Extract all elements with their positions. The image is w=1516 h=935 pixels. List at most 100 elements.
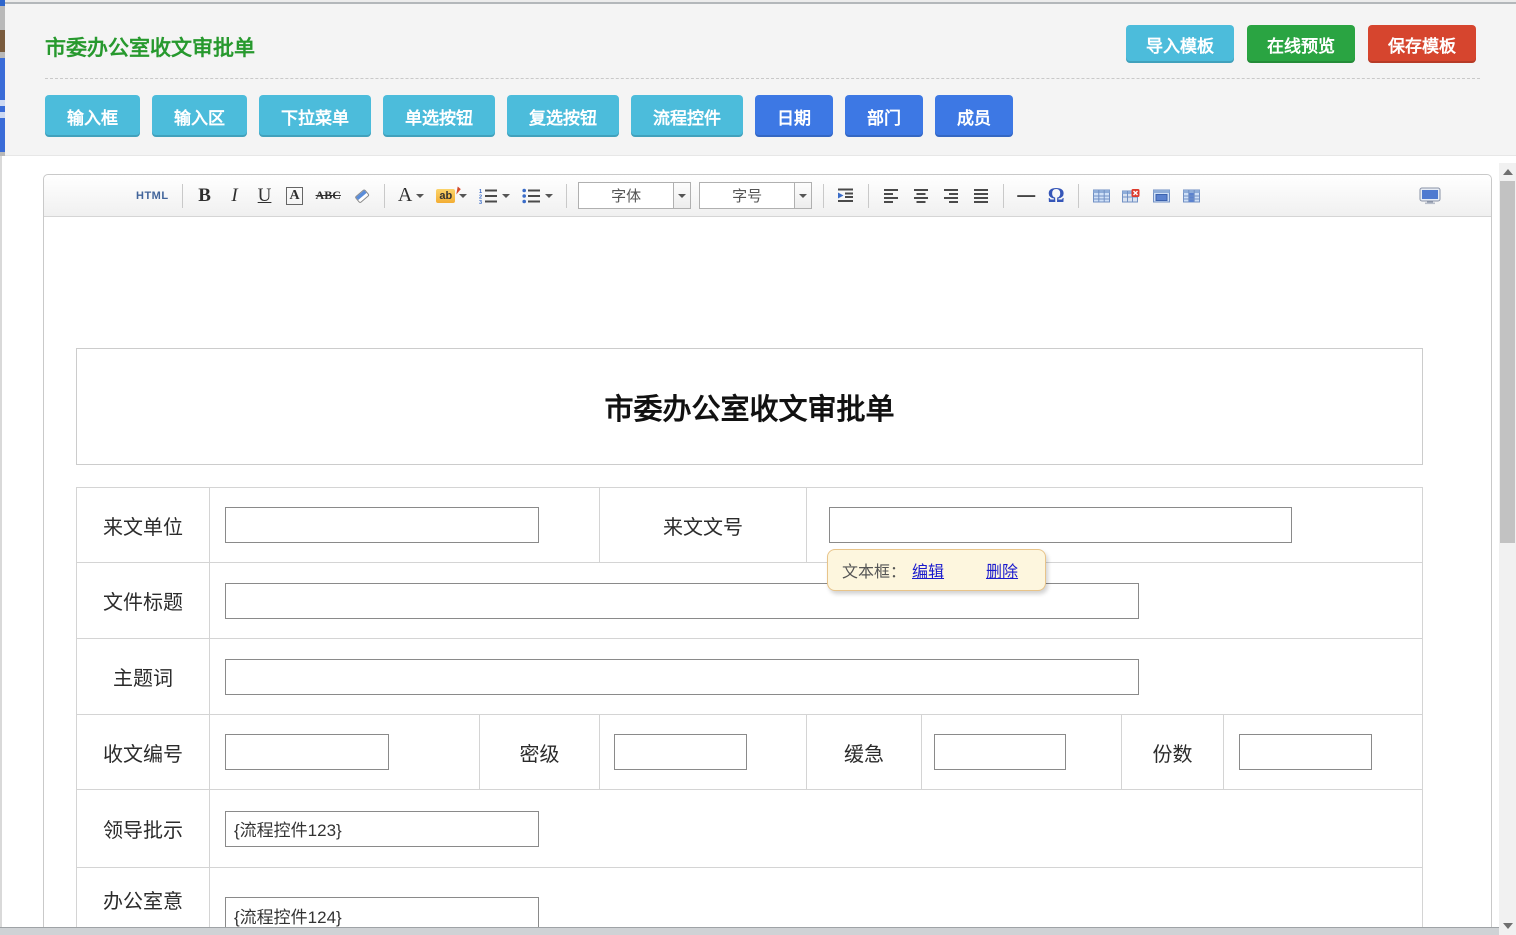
toolbar-separator: [182, 184, 183, 208]
source-code-button[interactable]: HTML: [134, 182, 171, 210]
online-preview-button[interactable]: 在线预览: [1247, 25, 1355, 63]
chevron-down-icon: [459, 194, 467, 198]
label-office-opinion: 办公室意: [77, 868, 210, 935]
scroll-down-button[interactable]: [1499, 918, 1516, 933]
widget-date-button[interactable]: 日期: [755, 95, 833, 137]
cell-office-opinion: [210, 868, 1422, 935]
chevron-down-icon: [416, 194, 424, 198]
font-color-button[interactable]: A: [396, 182, 426, 210]
select-arrow-button[interactable]: [673, 183, 690, 208]
delete-link[interactable]: 删除: [986, 558, 1018, 582]
page-title: 市委办公室收文审批单: [45, 32, 255, 62]
cell-properties-icon: [1183, 189, 1200, 203]
horizontal-rule-button[interactable]: —: [1015, 182, 1037, 210]
indent-button[interactable]: [835, 182, 857, 210]
toolbar-separator: [868, 184, 869, 208]
widget-dropdown-button[interactable]: 下拉菜单: [259, 95, 371, 137]
widget-input-box-button[interactable]: 输入框: [45, 95, 140, 137]
widget-checkbox-button[interactable]: 复选按钮: [507, 95, 619, 137]
cell-subject: [210, 639, 1422, 714]
label-doc-no: 来文文号: [600, 488, 807, 562]
table-row: 文件标题: [77, 563, 1422, 639]
toolbar-separator: [384, 184, 385, 208]
align-center-icon: [913, 188, 929, 203]
highlight-color-button[interactable]: ab: [434, 182, 469, 210]
character-border-icon[interactable]: A: [286, 187, 302, 205]
header: 市委办公室收文审批单 导入模板 在线预览 保存模板 输入框 输入区 下拉菜单 单…: [5, 8, 1516, 156]
delete-table-button[interactable]: [1120, 182, 1142, 210]
special-character-button[interactable]: Ω: [1045, 182, 1067, 210]
chevron-down-icon: [502, 194, 510, 198]
editor-canvas[interactable]: 市委办公室收文审批单 来文单位 来文文号 文件标题: [44, 217, 1491, 935]
unordered-list-icon: [522, 188, 541, 204]
select-arrow-button[interactable]: [794, 183, 811, 208]
svg-text:3: 3: [479, 200, 482, 204]
window-left-edge: [0, 0, 5, 156]
left-edge-blue-segment: [0, 58, 5, 152]
label-secrecy: 密级: [480, 715, 600, 789]
monitor-icon: [1419, 187, 1441, 205]
content-left-border: [0, 156, 2, 927]
scroll-up-button[interactable]: [1499, 164, 1516, 179]
font-family-select[interactable]: 字体: [578, 182, 691, 209]
widget-member-button[interactable]: 成员: [935, 95, 1013, 137]
arrow-up-icon: [1503, 169, 1513, 175]
header-divider: [45, 78, 1480, 79]
ordered-list-button[interactable]: 1 2 3: [477, 182, 512, 210]
indent-icon: [837, 188, 855, 203]
widget-textarea-button[interactable]: 输入区: [152, 95, 247, 137]
cell-properties-button[interactable]: [1180, 182, 1202, 210]
widget-department-button[interactable]: 部门: [845, 95, 923, 137]
font-size-select[interactable]: 字号: [699, 182, 812, 209]
strikethrough-button[interactable]: ABC: [314, 182, 343, 210]
table-row: 办公室意: [77, 868, 1422, 935]
leader-note-input[interactable]: [225, 811, 539, 847]
highlight-icon: ab: [436, 189, 455, 203]
edit-link[interactable]: 编辑: [912, 558, 944, 582]
align-right-button[interactable]: [940, 182, 962, 210]
align-right-icon: [943, 188, 959, 203]
align-justify-button[interactable]: [970, 182, 992, 210]
underline-button[interactable]: U: [254, 182, 276, 210]
vertical-scrollbar[interactable]: [1499, 163, 1516, 935]
chevron-down-icon: [678, 194, 686, 198]
bold-button[interactable]: B: [194, 182, 216, 210]
from-unit-input[interactable]: [225, 507, 539, 543]
italic-button[interactable]: I: [224, 182, 246, 210]
secrecy-input[interactable]: [614, 734, 747, 770]
save-template-button[interactable]: 保存模板: [1368, 25, 1476, 63]
urgency-input[interactable]: [934, 734, 1066, 770]
left-edge-blue-top: [0, 0, 5, 6]
widget-radio-button[interactable]: 单选按钮: [383, 95, 495, 137]
label-doc-title: 文件标题: [77, 563, 210, 638]
table-row: 来文单位 来文文号: [77, 488, 1422, 563]
cell-leader-note: [210, 790, 1422, 867]
form-title: 市委办公室收文审批单: [604, 386, 894, 428]
align-left-button[interactable]: [880, 182, 902, 210]
fullscreen-button[interactable]: [1417, 182, 1443, 210]
remove-format-button[interactable]: [351, 182, 373, 210]
import-template-button[interactable]: 导入模板: [1126, 25, 1234, 63]
insert-table-button[interactable]: [1090, 182, 1112, 210]
table-row: 领导批示: [77, 790, 1422, 868]
chevron-down-icon: [799, 194, 807, 198]
table-row: 收文编号 密级 缓急 份数: [77, 715, 1422, 790]
table-delete-icon: [1122, 189, 1140, 203]
table-row: 主题词: [77, 639, 1422, 715]
table-icon: [1093, 189, 1110, 203]
table-properties-button[interactable]: [1150, 182, 1172, 210]
unordered-list-button[interactable]: [520, 182, 555, 210]
form-table: 来文单位 来文文号 文件标题: [76, 487, 1423, 935]
receive-no-input[interactable]: [225, 734, 389, 770]
scrollbar-thumb[interactable]: [1500, 181, 1515, 543]
left-edge-brown-segment: [0, 30, 5, 52]
label-copies: 份数: [1122, 715, 1224, 789]
copies-input[interactable]: [1239, 734, 1372, 770]
editor-toolbar: HTML B I U A ABC A ab: [44, 175, 1491, 217]
cell-from-unit: [210, 488, 600, 562]
subject-input[interactable]: [225, 659, 1139, 695]
label-subject: 主题词: [77, 639, 210, 714]
widget-flow-control-button[interactable]: 流程控件: [631, 95, 743, 137]
doc-no-input[interactable]: [829, 507, 1292, 543]
align-center-button[interactable]: [910, 182, 932, 210]
